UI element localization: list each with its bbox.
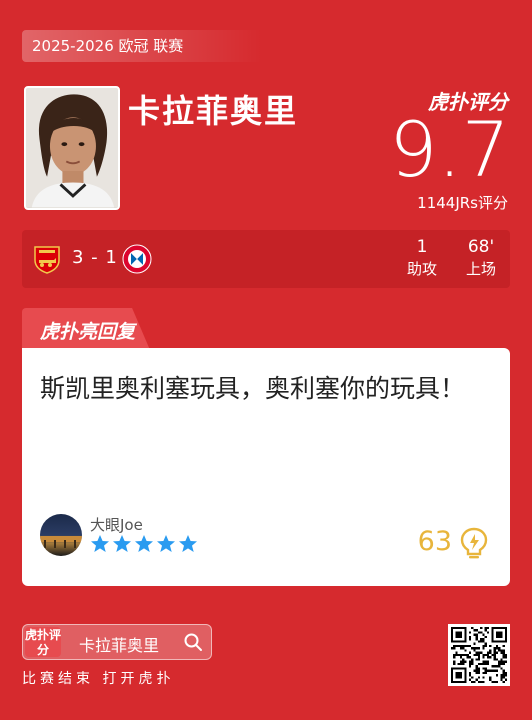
match-score: 3 - 1 [72,247,118,268]
reply-card[interactable]: 斯凯里奥利塞玩具，奥利塞你的玩具！ 大眼Joe 63 [22,348,510,586]
assists-value: 1 [416,237,428,257]
lightbulb-icon[interactable] [458,526,490,560]
footer-slogan: 比赛结束 打开虎扑 [22,671,175,687]
user-avatar[interactable] [40,514,82,556]
search-text: 卡拉菲奥里 [79,636,160,655]
star-icon [135,535,153,552]
player-portrait-icon [26,88,118,208]
star-icon [113,535,131,552]
reply-tab: 虎扑亮回复 [22,308,150,350]
assists-label: 助攻 [406,260,437,278]
minutes-stat: 68' 上场 [456,236,506,280]
assists-stat: 1 助攻 [402,236,442,280]
search-bar[interactable]: 虎扑评分 卡拉菲奥里 [22,624,212,660]
minutes-label: 上场 [465,260,496,278]
match-summary: 3 - 1 1 助攻 68' 上场 [22,230,510,288]
rating-count: 1144JRs评分 [417,194,508,212]
hupu-logo-icon: 虎扑评分 [25,627,62,657]
player-photo [24,86,120,210]
arsenal-crest-icon [34,246,60,274]
search-icon[interactable] [183,632,203,652]
star-icon [179,535,197,552]
minutes-value: 68' [467,237,495,257]
bayern-crest-icon [122,244,152,274]
star-rating [90,534,198,554]
like-count: 63 [417,526,452,557]
username[interactable]: 大眼Joe [90,514,143,535]
reply-tab-label: 虎扑亮回复 [40,321,136,343]
star-icon [157,535,175,552]
qr-code [448,624,510,686]
player-name: 卡拉菲奥里 [128,92,299,130]
season-badge: 2025-2026 欧冠 联赛 [22,30,262,62]
reply-text: 斯凯里奥利塞玩具，奥利塞你的玩具！ [40,374,466,403]
qr-code-icon [451,627,507,683]
rating-score: 9.7 [389,105,510,194]
star-icon [91,535,109,552]
